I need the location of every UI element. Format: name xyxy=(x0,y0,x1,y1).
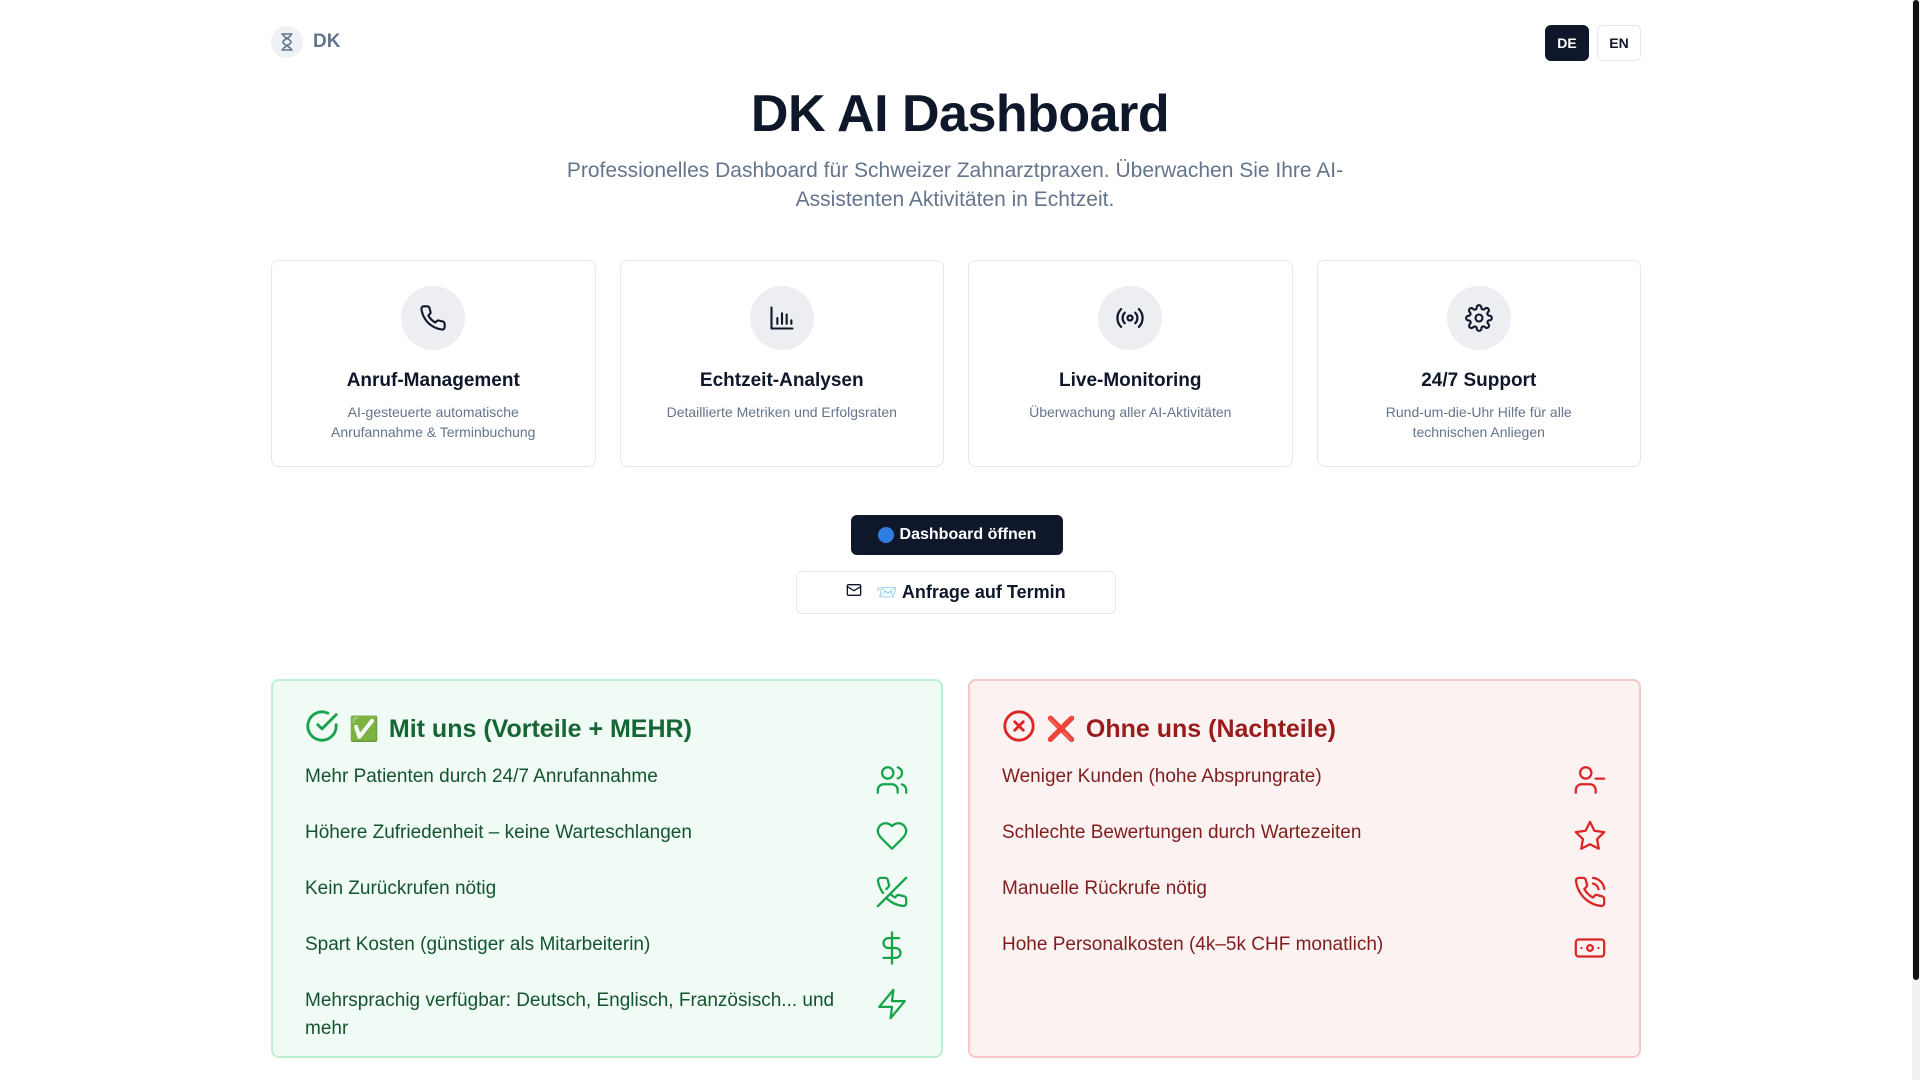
users-icon xyxy=(876,766,908,794)
page: DK DE EN DK AI Dashboard Professionelles… xyxy=(0,0,1920,1080)
phone-icon xyxy=(401,286,466,350)
star-icon xyxy=(1574,820,1606,850)
logo[interactable]: DK xyxy=(271,25,340,59)
bar-chart-icon xyxy=(749,286,814,350)
feature-desc: AI-gesteuerte automatische Anrufannahme … xyxy=(331,404,536,440)
feature-card-analytics: Echtzeit-Analysen Detaillierte Metriken … xyxy=(619,260,944,467)
pros-item-text: Höhere Zufriedenheit – keine Warteschlan… xyxy=(305,822,692,843)
mail-icon xyxy=(846,582,862,603)
cons-item-text: Schlechte Bewertungen durch Wartezeiten xyxy=(1002,822,1362,843)
list-item: Manuelle Rückrufe nötig xyxy=(1002,875,1607,909)
zap-icon xyxy=(878,988,906,1020)
heart-icon xyxy=(876,822,908,850)
feature-title: Live-Monitoring xyxy=(1059,370,1202,391)
list-item: Spart Kosten (günstiger als Mitarbeiteri… xyxy=(305,931,909,965)
cons-item-text: Weniger Kunden (hohe Absprungrate) xyxy=(1002,766,1322,787)
cons-panel: ❌ Ohne uns (Nachteile) Weniger Kunden (h… xyxy=(968,679,1641,1058)
cons-item-text: Hohe Personalkosten (4k–5k CHF monatlich… xyxy=(1002,934,1384,955)
request-appointment-button[interactable]: 📨 Anfrage auf Termin xyxy=(796,571,1116,614)
list-item: Kein Zurückrufen nötig xyxy=(305,875,909,909)
top-bar: DK DE EN xyxy=(271,25,1641,61)
feature-card-monitoring: Live-Monitoring Überwachung aller AI-Akt… xyxy=(968,260,1293,467)
list-item: Weniger Kunden (hohe Absprungrate) xyxy=(1002,763,1607,797)
feature-desc: Überwachung aller AI-Aktivitäten xyxy=(1029,404,1232,420)
dollar-icon xyxy=(882,931,902,965)
phone-call-icon xyxy=(1574,876,1606,908)
banknote-icon xyxy=(1574,938,1606,958)
cons-heading: ❌ Ohne uns (Nachteile) xyxy=(1002,709,1607,750)
request-appointment-label: Anfrage auf Termin xyxy=(901,582,1066,602)
feature-title: Echtzeit-Analysen xyxy=(699,370,864,391)
feature-card-calls: Anruf-Management AI-gesteuerte automatis… xyxy=(271,260,596,467)
feature-desc: Rund-um-die-Uhr Hilfe für alle technisch… xyxy=(1385,404,1572,440)
scrollbar[interactable] xyxy=(1912,0,1920,1080)
page-title: DK AI Dashboard xyxy=(750,85,1170,143)
check-mark-emoji: ✅ xyxy=(349,715,379,743)
language-switcher: DE EN xyxy=(1545,25,1641,61)
feature-card-support: 24/7 Support Rund-um-die-Uhr Hilfe für a… xyxy=(1316,260,1641,467)
phone-off-icon xyxy=(876,876,908,908)
list-item: Mehrsprachig verfügbar: Deutsch, Englisc… xyxy=(305,987,909,1043)
blue-circle-icon xyxy=(877,527,894,543)
cross-mark-emoji: ❌ xyxy=(1046,715,1076,743)
open-dashboard-button[interactable]: Dashboard öffnen xyxy=(851,515,1063,555)
x-circle-icon xyxy=(1002,709,1036,750)
settings-icon xyxy=(1446,286,1511,350)
feature-title: 24/7 Support xyxy=(1421,370,1537,391)
pros-item-text: Kein Zurückrufen nötig xyxy=(305,878,497,899)
check-circle-icon xyxy=(305,709,339,750)
list-item: Hohe Personalkosten (4k–5k CHF monatlich… xyxy=(1002,931,1607,965)
list-item: Schlechte Bewertungen durch Wartezeiten xyxy=(1002,819,1607,853)
feature-desc: Detaillierte Metriken und Erfolgsraten xyxy=(666,404,897,420)
pros-title: Mit uns (Vorteile + MEHR) xyxy=(388,714,692,743)
scrollbar-thumb[interactable] xyxy=(1913,0,1919,980)
feature-cards: Anruf-Management AI-gesteuerte automatis… xyxy=(271,260,1641,467)
radio-icon xyxy=(1098,286,1163,350)
pros-heading: ✅ Mit uns (Vorteile + MEHR) xyxy=(305,709,909,750)
pros-list: Mehr Patienten durch 24/7 Anrufannahme H… xyxy=(305,763,909,1043)
cons-title: Ohne uns (Nachteile) xyxy=(1085,714,1336,743)
pros-item-text: Mehrsprachig verfügbar: Deutsch, Englisc… xyxy=(305,990,835,1039)
incoming-envelope-icon: 📨 xyxy=(876,583,898,602)
lang-en-button[interactable]: EN xyxy=(1597,25,1641,61)
cons-list: Weniger Kunden (hohe Absprungrate) Schle… xyxy=(1002,763,1607,965)
feature-title: Anruf-Management xyxy=(346,370,520,391)
lang-de-button[interactable]: DE xyxy=(1545,25,1589,61)
user-minus-icon xyxy=(1574,766,1606,794)
list-item: Höhere Zufriedenheit – keine Warteschlan… xyxy=(305,819,909,853)
pros-item-text: Spart Kosten (günstiger als Mitarbeiteri… xyxy=(305,934,651,955)
list-item: Mehr Patienten durch 24/7 Anrufannahme xyxy=(305,763,909,797)
open-dashboard-label: Dashboard öffnen xyxy=(899,526,1037,543)
pros-panel: ✅ Mit uns (Vorteile + MEHR) Mehr Patient… xyxy=(271,679,943,1058)
cons-item-text: Manuelle Rückrufe nötig xyxy=(1002,878,1207,899)
pros-item-text: Mehr Patienten durch 24/7 Anrufannahme xyxy=(305,766,658,787)
page-subtitle: Professionelles Dashboard für Schweizer … xyxy=(566,159,1344,211)
hourglass-icon xyxy=(271,26,303,58)
logo-text: DK xyxy=(313,31,341,52)
